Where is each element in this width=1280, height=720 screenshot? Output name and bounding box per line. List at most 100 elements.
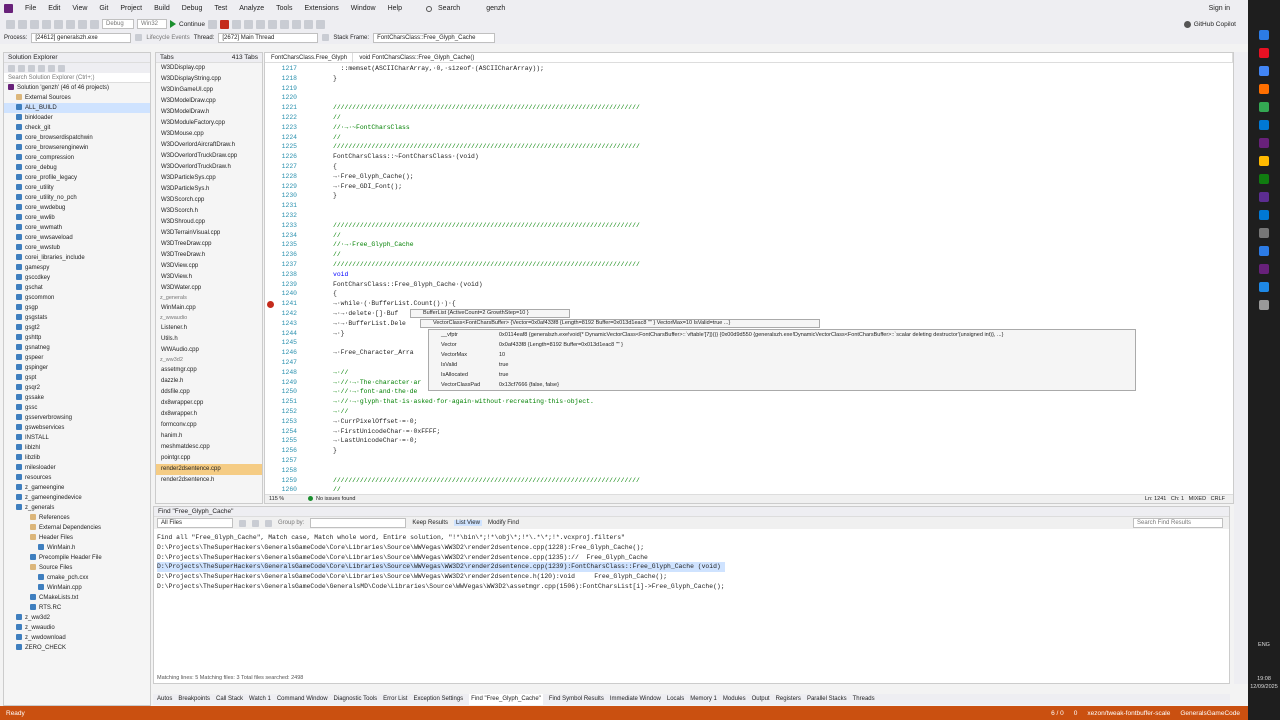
bottom-tab[interactable]: Autos <box>157 694 172 705</box>
bottom-tab[interactable]: Watch 1 <box>249 694 271 705</box>
solution-tree-item[interactable]: Source Files <box>4 563 150 573</box>
solution-tree-item[interactable]: core_utility_no_pch <box>4 193 150 203</box>
solution-tree-item[interactable]: gsccdkey <box>4 273 150 283</box>
open-tab-item[interactable]: W3DView.cpp <box>156 261 262 272</box>
open-tab-item[interactable]: W3DScorch.h <box>156 206 262 217</box>
solution-tree-item[interactable]: WinMain.cpp <box>4 583 150 593</box>
save-icon[interactable] <box>54 19 63 29</box>
menu-build[interactable]: Build <box>148 5 176 12</box>
datatip-member-row[interactable]: IsAllocated true <box>429 370 1135 380</box>
bottom-tab[interactable]: Find Symbol Results <box>549 694 604 705</box>
datatip-root[interactable]: BufferList {ActiveCount=2 GrowthStep=10 … <box>410 309 570 318</box>
open-tab-item[interactable]: render2dsentence.h <box>156 475 262 486</box>
pause-icon[interactable] <box>208 19 218 29</box>
find-result-line[interactable]: D:\Projects\TheSuperHackers\GeneralsGame… <box>157 572 725 582</box>
open-tab-item[interactable]: assetmgr.cpp <box>156 365 262 376</box>
solution-tree-item[interactable]: z_wwaudio <box>4 623 150 633</box>
app-red-icon[interactable] <box>1259 48 1269 58</box>
open-tab-item[interactable]: hanim.h <box>156 431 262 442</box>
datatip-member-row[interactable]: VectorMax 10 <box>429 350 1135 360</box>
solution-tree-item[interactable]: gamespy <box>4 263 150 273</box>
solution-tree-item[interactable]: Header Files <box>4 533 150 543</box>
stop-icon[interactable] <box>220 19 230 29</box>
modify-find-button[interactable]: Modify Find <box>488 520 519 526</box>
bottom-tab[interactable]: Memory 1 <box>690 694 717 705</box>
solution-tree-item[interactable]: gssake <box>4 393 150 403</box>
pending-changes[interactable]: 0 <box>1074 710 1078 717</box>
datatip-member-row[interactable]: IsValid true <box>429 360 1135 370</box>
lifecycle-events-button[interactable]: Lifecycle Events <box>146 35 189 41</box>
solution-tree-item[interactable]: External Sources <box>4 93 150 103</box>
find-results-search[interactable]: Search Find Results <box>1133 518 1223 528</box>
solution-tree-item[interactable]: gsnatneg <box>4 343 150 353</box>
bottom-tab[interactable]: Find "Free_Glyph_Cache" <box>469 694 543 705</box>
solution-tree-item[interactable]: gscommon <box>4 293 150 303</box>
solution-tree-item[interactable]: core_wwsaveload <box>4 233 150 243</box>
vs-icon[interactable] <box>1259 138 1269 148</box>
group-by-dropdown[interactable] <box>310 518 407 528</box>
switch-view-icon[interactable] <box>18 64 25 72</box>
open-tab-item[interactable]: W3DOverlordAircraftDraw.h <box>156 140 262 151</box>
menu-test[interactable]: Test <box>208 5 233 12</box>
find-result-line[interactable]: D:\Projects\TheSuperHackers\GeneralsGame… <box>157 582 725 592</box>
editor-file-tab[interactable]: FontCharsClass.Free_Glyph <box>265 53 354 62</box>
solution-tree-item[interactable]: z_wwdownload <box>4 633 150 643</box>
copilot-button[interactable]: GitHub Copilot <box>1194 21 1236 28</box>
solution-tree-item[interactable]: ALL_BUILD <box>4 103 150 113</box>
solution-tree-item[interactable]: core_utility <box>4 183 150 193</box>
solution-tree-item[interactable]: WinMain.h <box>4 543 150 553</box>
solution-tree-item[interactable]: core_browserdispatchwin <box>4 133 150 143</box>
open-tab-item[interactable]: Listener.h <box>156 323 262 334</box>
clear-icon[interactable] <box>265 519 272 527</box>
open-tab-item[interactable]: W3DParticleSys.h <box>156 184 262 195</box>
solution-tree-item[interactable]: z_gameenginedevice <box>4 493 150 503</box>
calendar-icon[interactable] <box>1259 246 1269 256</box>
solution-tree-item[interactable]: ZERO_CHECK <box>4 643 150 653</box>
member-dropdown[interactable]: void FontCharsClass::Free_Glyph_Cache() <box>353 53 1233 62</box>
excel-icon[interactable] <box>1259 174 1269 184</box>
collapse-all-icon[interactable] <box>48 64 55 72</box>
solution-tree-item[interactable]: z_ww3d2 <box>4 613 150 623</box>
bottom-tab[interactable]: Exception Settings <box>413 694 463 705</box>
bottom-tab[interactable]: Registers <box>776 694 801 705</box>
open-tab-item[interactable]: dx8wrapper.h <box>156 409 262 420</box>
open-tab-item[interactable]: W3DScorch.cpp <box>156 195 262 206</box>
firefox-icon[interactable] <box>1259 84 1269 94</box>
solution-tree-item[interactable]: liblzhl <box>4 443 150 453</box>
code-area[interactable]: 1217 ::memset(ASCIICharArray,·0,·sizeof·… <box>265 65 1233 495</box>
step-into-icon[interactable] <box>256 19 266 29</box>
open-tab-item[interactable]: W3DTerrainVisual.cpp <box>156 228 262 239</box>
menu-debug[interactable]: Debug <box>176 5 209 12</box>
input-language[interactable]: ENG <box>1248 642 1280 648</box>
cursor-position[interactable]: Ln: 1241 Ch: 1 MIXED CRLF <box>1145 495 1233 503</box>
open-tab-item[interactable]: W3DView.h <box>156 272 262 283</box>
solution-tree-item[interactable]: core_profile_legacy <box>4 173 150 183</box>
solution-tree-item[interactable]: CMakeLists.txt <box>4 593 150 603</box>
terminal-icon[interactable] <box>1259 228 1269 238</box>
open-tab-item[interactable]: WWAudio.cpp <box>156 345 262 356</box>
open-tab-item[interactable]: W3DDisplay.cpp <box>156 63 262 74</box>
menu-edit[interactable]: Edit <box>42 5 66 12</box>
solution-tree-item[interactable]: cmake_pch.cxx <box>4 573 150 583</box>
redo-icon[interactable] <box>90 19 99 29</box>
next-result-icon[interactable] <box>252 519 259 527</box>
sign-in-link[interactable]: Sign in <box>1203 5 1236 12</box>
step-over-icon[interactable] <box>244 19 254 29</box>
search-menu[interactable]: Search <box>432 5 466 12</box>
open-tab-item[interactable]: W3DDisplayString.cpp <box>156 74 262 85</box>
solution-tree-item[interactable]: gspinger <box>4 363 150 373</box>
open-tab-item[interactable]: formconv.cpp <box>156 420 262 431</box>
open-tab-item[interactable]: W3DShroud.cpp <box>156 217 262 228</box>
bottom-tab[interactable]: Immediate Window <box>610 694 661 705</box>
open-tab-item[interactable]: dazzle.h <box>156 376 262 387</box>
find-result-line[interactable]: D:\Projects\TheSuperHackers\GeneralsGame… <box>157 543 725 553</box>
save-all-icon[interactable] <box>66 19 75 29</box>
bottom-tab[interactable]: Locals <box>667 694 684 705</box>
menu-git[interactable]: Git <box>93 5 114 12</box>
edge-icon[interactable] <box>1259 30 1269 40</box>
menu-project[interactable]: Project <box>114 5 148 12</box>
solution-tree-item[interactable]: binkloader <box>4 113 150 123</box>
solution-tree-item[interactable]: gschat <box>4 283 150 293</box>
solution-tree-item[interactable]: check_git <box>4 123 150 133</box>
menu-window[interactable]: Window <box>345 5 382 12</box>
